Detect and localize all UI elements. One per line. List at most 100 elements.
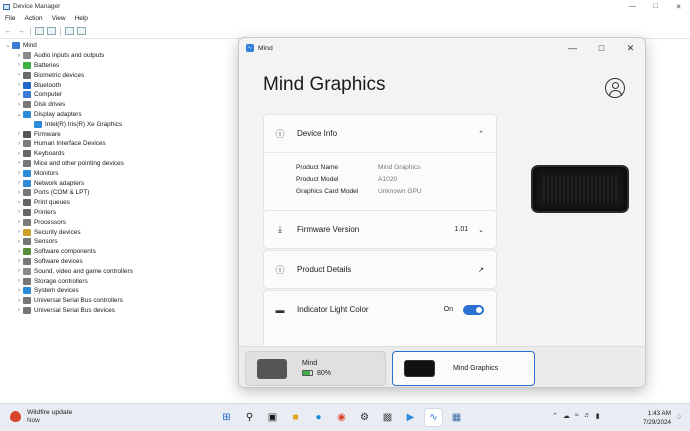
tree-root[interactable]: ⌄ Mind — [4, 41, 133, 51]
file-explorer-icon[interactable]: ■ — [287, 409, 304, 426]
chevron-right-icon[interactable]: › — [15, 102, 23, 108]
help-pane-icon[interactable] — [47, 27, 56, 35]
chevron-right-icon[interactable]: › — [15, 288, 23, 294]
mind-minimize-button[interactable]: — — [558, 38, 587, 58]
tree-item[interactable]: › Bluetooth — [4, 80, 133, 90]
minimize-button[interactable]: — — [621, 0, 644, 13]
chevron-right-icon[interactable]: › — [15, 151, 23, 157]
chevron-down-icon[interactable]: ⌄ — [478, 226, 484, 234]
tree-item[interactable]: › Mice and other pointing devices — [4, 159, 133, 169]
firmware-row[interactable]: ⤓ Firmware Version 1.01 ⌄ — [264, 211, 496, 248]
chevron-right-icon[interactable]: › — [15, 268, 23, 274]
chrome-icon[interactable]: ◉ — [333, 409, 350, 426]
clock[interactable]: 1:43 AM 7/29/2024 — [641, 409, 671, 427]
chevron-right-icon[interactable]: › — [15, 170, 23, 176]
maximize-button[interactable]: □ — [644, 0, 667, 13]
tree-item[interactable]: Intel(R) Iris(R) Xe Graphics — [4, 119, 133, 129]
device-tile-mind[interactable]: Mind 80% — [245, 351, 386, 386]
tree-item[interactable]: › Processors — [4, 217, 133, 227]
tree-item[interactable]: › Sensors — [4, 237, 133, 247]
scan-hardware-icon[interactable] — [65, 27, 74, 35]
menu-view[interactable]: View — [52, 15, 66, 22]
steam-icon[interactable]: ⚙ — [356, 409, 373, 426]
monitor-icon[interactable] — [77, 27, 86, 35]
tree-item[interactable]: › Print queues — [4, 198, 133, 208]
chevron-right-icon[interactable]: › — [15, 209, 23, 215]
mind-maximize-button[interactable]: □ — [587, 38, 616, 58]
account-icon[interactable] — [605, 78, 625, 98]
indicator-toggle[interactable] — [463, 304, 484, 315]
chevron-right-icon[interactable]: › — [15, 62, 23, 68]
tree-item[interactable]: › Ports (COM & LPT) — [4, 188, 133, 198]
chevron-down-icon[interactable]: ⌄ — [15, 111, 23, 118]
chevron-right-icon[interactable]: › — [15, 131, 23, 137]
chevron-right-icon[interactable]: › — [15, 160, 23, 166]
chevron-right-icon[interactable]: › — [15, 249, 23, 255]
tree-item[interactable]: › Software components — [4, 247, 133, 257]
tree-item[interactable]: › Security devices — [4, 227, 133, 237]
back-arrow-icon[interactable]: ← — [3, 27, 13, 36]
chevron-right-icon[interactable]: › — [15, 307, 23, 313]
notification-bell-icon[interactable]: ♢ — [676, 413, 682, 421]
tree-item[interactable]: › Firmware — [4, 129, 133, 139]
device-tile-mind-graphics[interactable]: Mind Graphics — [392, 351, 535, 386]
volume-icon[interactable]: ♬ — [584, 412, 591, 420]
chevron-right-icon[interactable]: › — [15, 82, 23, 88]
chevron-up-icon[interactable]: ⌃ — [552, 412, 558, 420]
wifi-icon[interactable]: ≈ — [575, 412, 579, 420]
chevron-right-icon[interactable]: › — [15, 72, 23, 78]
store-icon[interactable]: ▩ — [379, 409, 396, 426]
tree-item[interactable]: › Human Interface Devices — [4, 139, 133, 149]
chevron-right-icon[interactable]: › — [15, 258, 23, 264]
mind-app-taskbar-icon[interactable]: ∿ — [425, 409, 442, 426]
chevron-right-icon[interactable]: › — [15, 190, 23, 196]
media-icon[interactable]: ▶ — [402, 409, 419, 426]
tree-item[interactable]: › Network adapters — [4, 178, 133, 188]
product-details-card[interactable]: ⓘ Product Details ↗ — [263, 250, 497, 289]
firmware-card[interactable]: ⤓ Firmware Version 1.01 ⌄ — [263, 210, 497, 249]
tree-item[interactable]: › Batteries — [4, 61, 133, 71]
tree-item[interactable]: › Biometric devices — [4, 70, 133, 80]
device-manager-taskbar-icon[interactable]: ▦ — [448, 409, 465, 426]
cloud-icon[interactable]: ☁ — [563, 412, 570, 420]
task-view-icon[interactable]: ▣ — [264, 409, 281, 426]
external-link-icon[interactable]: ↗ — [478, 266, 484, 274]
tree-item[interactable]: › Audio inputs and outputs — [4, 51, 133, 61]
battery-icon[interactable]: ▮ — [596, 412, 600, 420]
chevron-right-icon[interactable]: › — [15, 141, 23, 147]
tree-item[interactable]: › Monitors — [4, 168, 133, 178]
chevron-right-icon[interactable]: › — [15, 92, 23, 98]
close-button[interactable]: ✕ — [667, 0, 690, 13]
tree-item[interactable]: › System devices — [4, 286, 133, 296]
menu-action[interactable]: Action — [24, 15, 42, 22]
chevron-down-icon[interactable]: ⌄ — [4, 42, 12, 49]
chevron-right-icon[interactable]: › — [15, 298, 23, 304]
search-icon[interactable]: ⚲ — [241, 409, 258, 426]
chevron-right-icon[interactable]: › — [15, 229, 23, 235]
forward-arrow-icon[interactable]: → — [16, 27, 26, 36]
tree-item[interactable]: › Computer — [4, 90, 133, 100]
windows-start-icon[interactable]: ⊞ — [218, 409, 235, 426]
weather-widget[interactable]: Wildfire update Now — [10, 409, 72, 424]
tree-item[interactable]: › Universal Serial Bus controllers — [4, 296, 133, 306]
mind-close-button[interactable]: ✕ — [616, 38, 645, 58]
tree-item[interactable]: › Universal Serial Bus devices — [4, 306, 133, 316]
tree-item[interactable]: › Sound, video and game controllers — [4, 266, 133, 276]
tree-item[interactable]: ⌄ Display adapters — [4, 110, 133, 120]
device-info-header[interactable]: ⓘ Device Info ⌃ — [264, 115, 496, 152]
chevron-right-icon[interactable]: › — [15, 180, 23, 186]
tree-item[interactable]: › Printers — [4, 208, 133, 218]
tree-item[interactable]: › Disk drives — [4, 100, 133, 110]
chevron-right-icon[interactable]: › — [15, 219, 23, 225]
chevron-up-icon[interactable]: ⌃ — [478, 130, 484, 138]
chevron-right-icon[interactable]: › — [15, 53, 23, 59]
menu-file[interactable]: File — [5, 15, 15, 22]
edge-icon[interactable]: ● — [310, 409, 327, 426]
tree-item[interactable]: › Software devices — [4, 257, 133, 267]
chevron-right-icon[interactable]: › — [15, 278, 23, 284]
properties-icon[interactable] — [35, 27, 44, 35]
chevron-right-icon[interactable]: › — [15, 200, 23, 206]
tree-item[interactable]: › Storage controllers — [4, 276, 133, 286]
tree-item[interactable]: › Keyboards — [4, 149, 133, 159]
chevron-right-icon[interactable]: › — [15, 239, 23, 245]
